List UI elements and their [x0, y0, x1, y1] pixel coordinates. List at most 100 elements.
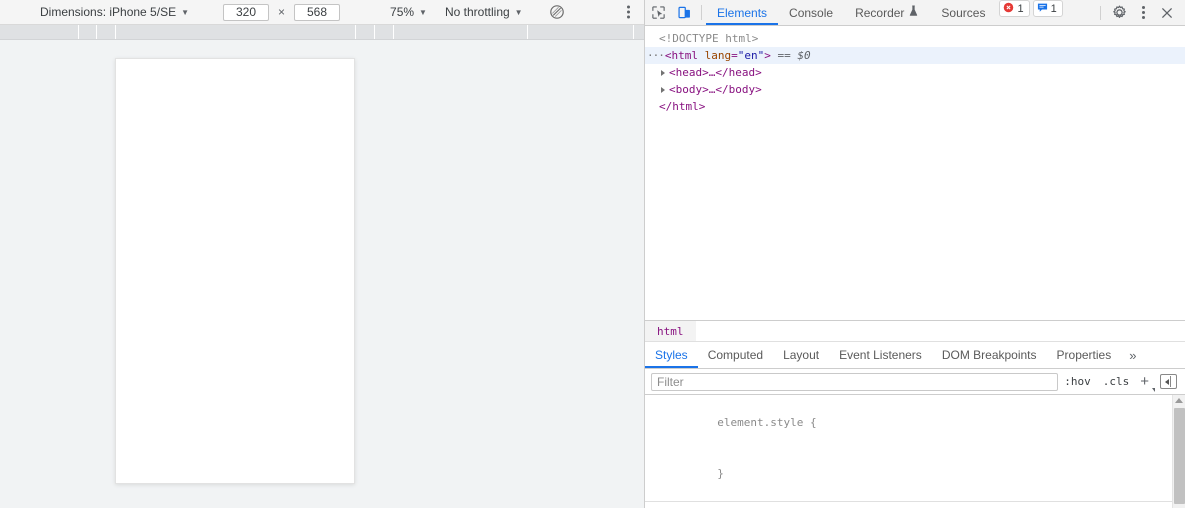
tab-computed-label: Computed	[707, 348, 764, 362]
toggle-device-toolbar-icon[interactable]	[671, 0, 697, 25]
selected-node-ref: == $0	[770, 49, 811, 62]
tab-computed[interactable]: Computed	[698, 342, 773, 368]
expand-dots: ···	[647, 49, 665, 62]
viewport-height-input[interactable]	[294, 3, 341, 21]
emulated-page-viewport[interactable]	[115, 58, 355, 484]
zoom-level-select[interactable]: 75% ▼	[390, 5, 427, 19]
expand-triangle-icon[interactable]	[661, 69, 665, 76]
tab-layout[interactable]: Layout	[773, 342, 829, 368]
close-devtools-icon[interactable]	[1155, 1, 1179, 25]
element-style-selector: element.style	[717, 416, 804, 429]
head-element-text: <head>…</head>	[669, 66, 762, 79]
error-count: 1	[1017, 2, 1024, 15]
close-brace: }	[717, 467, 724, 480]
more-tabs-label: »	[1129, 347, 1137, 363]
tab-dom-breakpoints-label: DOM Breakpoints	[941, 348, 1037, 362]
scroll-up-arrow-icon[interactable]	[1175, 398, 1183, 403]
viewport-width-input[interactable]	[223, 3, 269, 21]
tab-console[interactable]: Console	[778, 0, 844, 25]
tab-event-listeners[interactable]: Event Listeners	[829, 342, 932, 368]
error-badge[interactable]: 1	[999, 0, 1030, 17]
body-element-text: <body>…</body>	[669, 83, 762, 96]
tab-recorder[interactable]: Recorder	[844, 0, 930, 25]
expand-triangle-icon[interactable]	[661, 86, 665, 93]
viewport-ruler	[0, 25, 644, 40]
tab-sources[interactable]: Sources	[930, 0, 996, 25]
element-style-close-line: }	[645, 448, 1185, 499]
error-circle-icon	[1003, 2, 1014, 16]
dom-line-body-element[interactable]: <body>…</body>	[645, 81, 1185, 98]
equals-sign: =	[731, 49, 738, 62]
tab-elements[interactable]: Elements	[706, 0, 779, 25]
tab-console-label: Console	[789, 5, 834, 20]
inspect-element-icon[interactable]	[645, 0, 671, 25]
tab-styles[interactable]: Styles	[645, 342, 698, 368]
device-dimensions-label: Dimensions: iPhone 5/SE	[40, 5, 177, 19]
chevron-down-icon: ▼	[419, 7, 427, 17]
dom-line-html-closing[interactable]: </html>	[645, 98, 1185, 115]
lang-attribute-name: lang	[704, 49, 732, 62]
breadcrumb-item-label: html	[657, 324, 684, 338]
flask-icon	[908, 5, 919, 20]
styles-filter-input[interactable]	[651, 372, 1059, 391]
chevron-down-icon: ▼	[181, 7, 189, 17]
styles-rules-pane[interactable]: element.style { } @media (width: 320px) …	[645, 395, 1185, 508]
breadcrumb-item-html[interactable]: html	[645, 321, 696, 341]
tab-dom-breakpoints[interactable]: DOM Breakpoints	[932, 342, 1047, 368]
message-count: 1	[1050, 2, 1057, 15]
zoom-level-label: 75%	[390, 5, 415, 19]
toolbar-divider	[701, 5, 702, 20]
rule-element-style[interactable]: element.style { }	[645, 395, 1185, 502]
device-toolbar-more-options-button[interactable]	[627, 5, 630, 19]
device-viewport-canvas[interactable]	[0, 40, 644, 508]
tab-sources-label: Sources	[941, 5, 986, 20]
html-tag-close: >	[764, 49, 771, 62]
devtools-panel: Elements Console Recorder Sources 1 1 <!…	[645, 0, 1185, 508]
chevron-down-icon: ▼	[514, 7, 523, 17]
devtools-tabbar: Elements Console Recorder Sources 1 1	[645, 0, 1185, 26]
devtools-window: Dimensions: iPhone 5/SE ▼ × 75% ▼ No thr…	[0, 0, 1185, 508]
devtools-more-options-button[interactable]	[1131, 1, 1155, 25]
tab-layout-label: Layout	[783, 348, 820, 362]
breadcrumb: html	[645, 320, 1185, 342]
tab-styles-label: Styles	[655, 348, 688, 362]
html-tag-open: <html	[664, 49, 705, 62]
dom-line-head-element[interactable]: <head>…</head>	[645, 64, 1185, 81]
toolbar-divider	[1100, 5, 1101, 20]
devtools-toolbar-right	[1098, 0, 1185, 25]
message-badge[interactable]: 1	[1032, 0, 1063, 17]
network-throttling-label: No throttling	[444, 5, 510, 19]
toggle-element-class-button[interactable]: .cls	[1097, 375, 1136, 388]
network-throttling-select[interactable]: No throttling ▼	[445, 5, 523, 19]
toggle-sidebar-icon[interactable]	[1160, 374, 1177, 389]
device-toolbar: Dimensions: iPhone 5/SE ▼ × 75% ▼ No thr…	[0, 0, 644, 25]
device-dimensions-select[interactable]: Dimensions: iPhone 5/SE ▼	[40, 5, 189, 19]
new-style-rule-button[interactable]: +	[1135, 373, 1156, 392]
open-brace: {	[803, 416, 817, 429]
element-style-selector-line: element.style {	[645, 397, 1185, 448]
tab-event-listeners-label: Event Listeners	[839, 348, 922, 362]
speech-bubble-icon	[1037, 2, 1048, 16]
dimension-multiply-symbol: ×	[278, 5, 286, 19]
tab-properties[interactable]: Properties	[1047, 342, 1122, 368]
settings-gear-icon[interactable]	[1107, 1, 1131, 25]
device-emulation-pane: Dimensions: iPhone 5/SE ▼ × 75% ▼ No thr…	[0, 0, 645, 508]
styles-sidebar-tabbar: Styles Computed Layout Event Listeners D…	[645, 342, 1185, 369]
more-tabs-chevron-icon[interactable]: »	[1121, 342, 1144, 368]
tab-recorder-label: Recorder	[855, 5, 905, 20]
media-query-line: @media (width: 320px)	[645, 504, 1185, 508]
dom-line-html-element[interactable]: ··· <html lang = "en" > == $0	[645, 47, 1185, 64]
scrollbar-thumb[interactable]	[1174, 408, 1185, 504]
lang-attribute-value: "en"	[737, 49, 765, 62]
toggle-pseudo-class-button[interactable]: :hov	[1058, 375, 1097, 388]
doctype-text: <!DOCTYPE html>	[659, 32, 759, 45]
dom-line-doctype[interactable]: <!DOCTYPE html>	[645, 30, 1185, 47]
styles-filter-bar: :hov .cls +	[645, 369, 1185, 395]
rule-html-media[interactable]: @media (width: 320px) html { font-size: …	[645, 502, 1185, 508]
dom-tree[interactable]: <!DOCTYPE html> ··· <html lang = "en" > == $…	[645, 26, 1185, 320]
html-closing-text: </html>	[659, 100, 706, 113]
tab-elements-label: Elements	[717, 5, 768, 20]
no-throttling-icon[interactable]	[549, 4, 565, 20]
tab-properties-label: Properties	[1056, 348, 1112, 362]
styles-pane-scrollbar[interactable]	[1172, 395, 1185, 508]
